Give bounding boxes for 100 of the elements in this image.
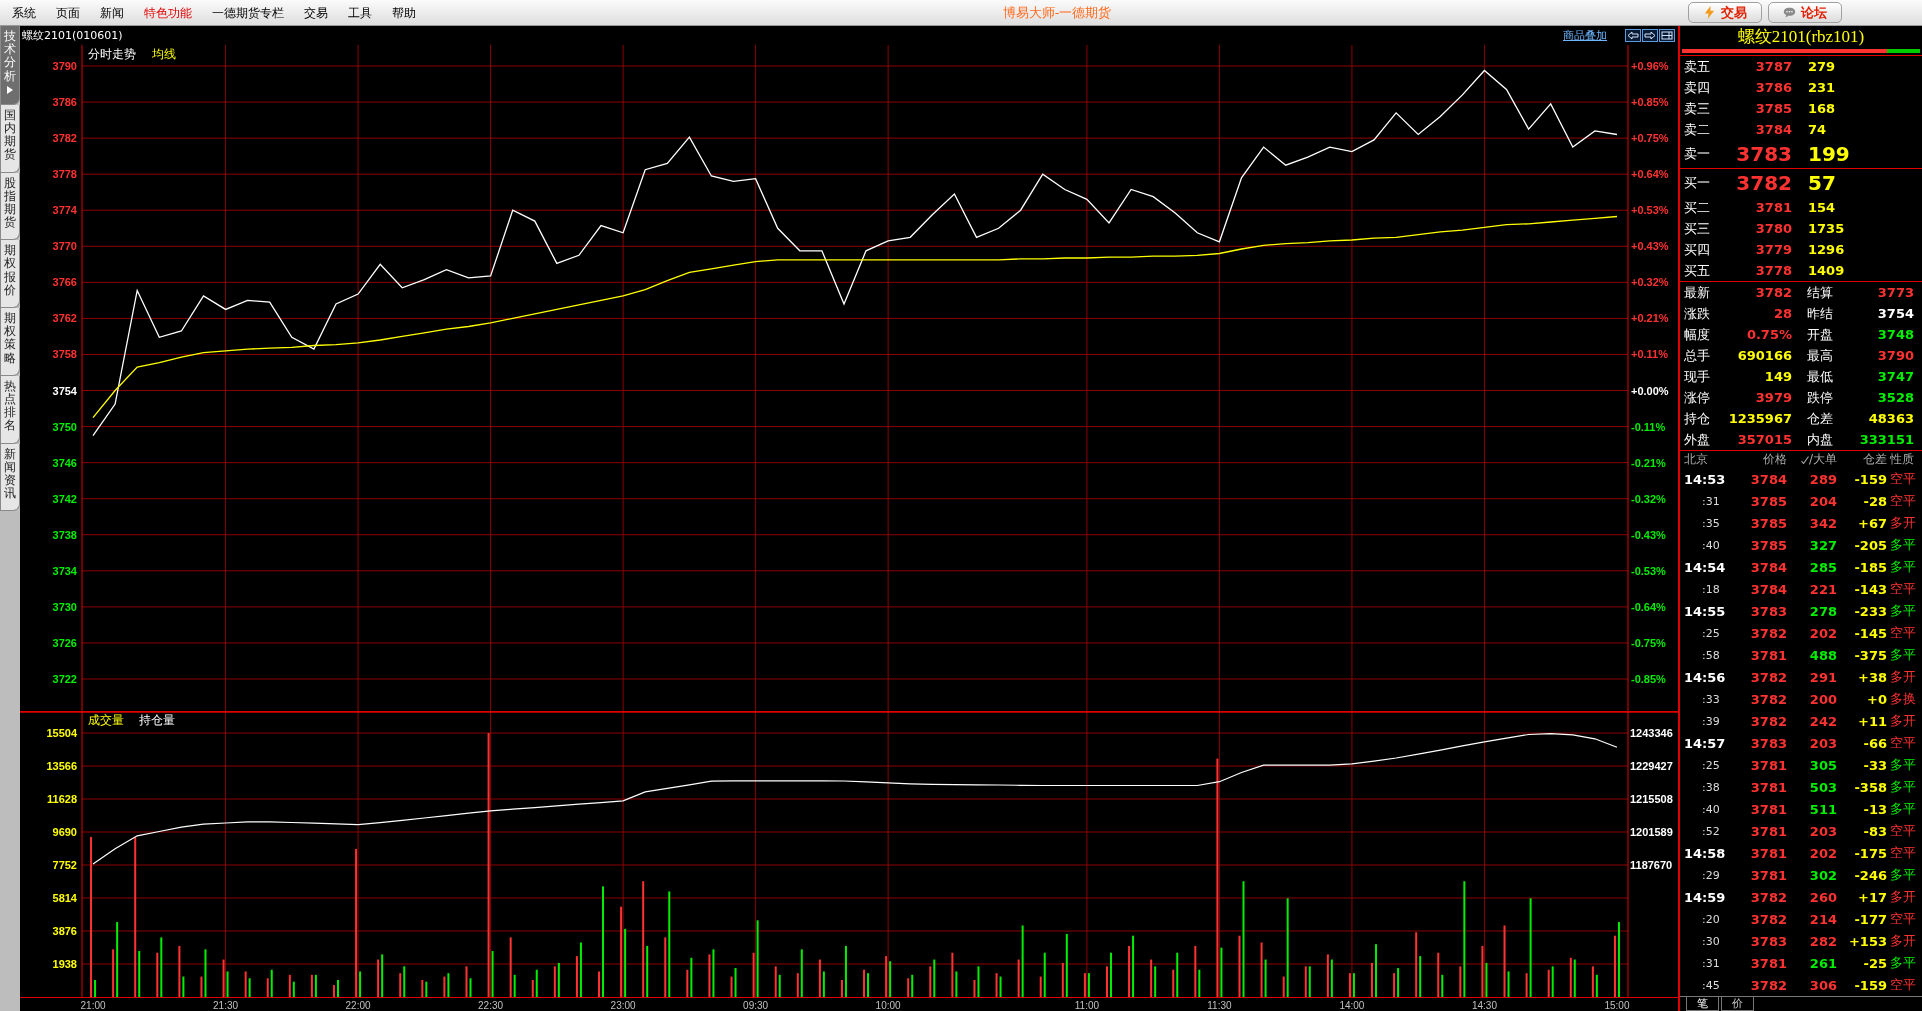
stat-value: 3754 bbox=[1876, 306, 1915, 321]
layout-icon[interactable] bbox=[1659, 29, 1675, 42]
order-volume: 1409 bbox=[1807, 263, 1846, 278]
legend-label: 均线 bbox=[152, 47, 176, 61]
trade-price: 3784 bbox=[1749, 471, 1787, 487]
axis-label: -0.32% bbox=[1631, 492, 1666, 505]
side-tab[interactable]: 国内期货 bbox=[0, 104, 20, 173]
axis-label: -0.64% bbox=[1631, 600, 1666, 613]
toolbar-button[interactable]: 论坛 bbox=[1768, 2, 1842, 23]
caret-icon bbox=[7, 85, 13, 94]
side-tab[interactable]: 股指期货 bbox=[0, 172, 20, 241]
trade-time: :40 bbox=[1701, 538, 1721, 552]
trade-nature: 空平 bbox=[1889, 470, 1917, 488]
menu-item[interactable]: 特色功能 bbox=[134, 2, 202, 23]
trade-time: 14:54 bbox=[1683, 559, 1727, 575]
trade-oi-change: -375 bbox=[1853, 647, 1887, 663]
trade-nature: 多开 bbox=[1889, 888, 1917, 906]
trade-time: 14:53 bbox=[1683, 471, 1727, 487]
order-level-label: 买二 bbox=[1683, 198, 1711, 217]
axis-label: 1243346 bbox=[1630, 727, 1673, 739]
overlay-link[interactable]: 商品叠加 bbox=[1563, 28, 1607, 43]
axis-label: 1201589 bbox=[1630, 826, 1673, 838]
trade-volume: 260 bbox=[1808, 889, 1837, 905]
trade-nature: 多平 bbox=[1889, 558, 1917, 576]
quote-title: 螺纹2101(rbz101) bbox=[1736, 26, 1866, 48]
menu-item[interactable]: 新闻 bbox=[90, 2, 134, 23]
stat-label: 仓差 bbox=[1806, 409, 1834, 428]
trade-nature: 空平 bbox=[1889, 822, 1917, 840]
left-arrow-icon[interactable] bbox=[1625, 29, 1641, 42]
trade-price: 3782 bbox=[1749, 889, 1787, 905]
menu-item[interactable]: 帮助 bbox=[382, 2, 426, 23]
trade-volume: 203 bbox=[1808, 823, 1837, 839]
right-arrow-icon[interactable] bbox=[1642, 29, 1658, 42]
trade-oi-change: -143 bbox=[1853, 581, 1887, 597]
stat-label: 开盘 bbox=[1806, 325, 1834, 344]
axis-label: +0.85% bbox=[1631, 96, 1669, 109]
axis-label: -0.85% bbox=[1631, 673, 1666, 685]
trade-nature: 多平 bbox=[1889, 800, 1917, 818]
stat-value: 3747 bbox=[1876, 369, 1915, 384]
axis-label: 3782 bbox=[52, 132, 77, 145]
menu-item[interactable]: 交易 bbox=[294, 2, 338, 23]
stat-value: 28 bbox=[1772, 306, 1792, 321]
stat-label: 昨结 bbox=[1806, 304, 1834, 323]
side-tab[interactable]: 期权报价 bbox=[0, 240, 20, 308]
stat-label: 幅度 bbox=[1683, 325, 1711, 344]
stat-label: 最新 bbox=[1683, 283, 1711, 302]
trade-price: 3781 bbox=[1749, 845, 1787, 861]
order-level-label: 卖二 bbox=[1683, 120, 1711, 139]
menu-item[interactable]: 页面 bbox=[46, 2, 90, 23]
trade-oi-change: -28 bbox=[1862, 493, 1887, 509]
trade-oi-change: -83 bbox=[1862, 823, 1887, 839]
trade-price: 3782 bbox=[1749, 977, 1787, 993]
order-level-label: 卖三 bbox=[1683, 99, 1711, 118]
menu-item[interactable]: 一德期货专栏 bbox=[202, 2, 294, 23]
stat-label: 持仓 bbox=[1683, 409, 1711, 428]
order-level-label: 买三 bbox=[1683, 219, 1711, 238]
stat-value: 690166 bbox=[1736, 348, 1792, 363]
axis-label: +0.53% bbox=[1631, 204, 1669, 217]
toolbar-button[interactable]: 交易 bbox=[1688, 2, 1762, 23]
stat-value: 149 bbox=[1763, 369, 1792, 384]
trade-nature: 多换 bbox=[1889, 690, 1917, 708]
order-price: 3787 bbox=[1754, 59, 1792, 74]
side-tab[interactable]: 技术分析 bbox=[0, 26, 20, 105]
trade-price: 3784 bbox=[1749, 581, 1787, 597]
time-label: 14:30 bbox=[1471, 1000, 1497, 1011]
axis-label: 1229427 bbox=[1630, 760, 1673, 772]
trade-price: 3781 bbox=[1749, 867, 1787, 883]
trade-time: :45 bbox=[1701, 978, 1721, 992]
trade-nature: 空平 bbox=[1889, 976, 1917, 994]
side-tab[interactable]: 期权策略 bbox=[0, 308, 20, 376]
menu-item[interactable]: 系统 bbox=[2, 2, 46, 23]
stat-value: 333151 bbox=[1858, 432, 1915, 447]
axis-label: +0.64% bbox=[1631, 168, 1669, 181]
side-tab[interactable]: 热点排名 bbox=[0, 375, 20, 444]
trade-volume: 305 bbox=[1808, 757, 1837, 773]
order-price: 3779 bbox=[1754, 242, 1792, 257]
axis-label: -0.11% bbox=[1631, 420, 1666, 433]
time-label: 10:00 bbox=[875, 1000, 901, 1011]
trade-oi-change: -159 bbox=[1853, 977, 1887, 993]
order-price: 3778 bbox=[1754, 263, 1792, 278]
trade-time: :33 bbox=[1701, 692, 1721, 706]
trade-nature: 多平 bbox=[1889, 536, 1917, 554]
trade-oi-change: +0 bbox=[1866, 691, 1887, 707]
trade-volume: 202 bbox=[1808, 845, 1837, 861]
side-tab[interactable]: 新闻资讯 bbox=[0, 443, 20, 512]
trade-price: 3781 bbox=[1749, 757, 1787, 773]
trade-volume: 302 bbox=[1808, 867, 1837, 883]
trade-nature: 空平 bbox=[1889, 910, 1917, 928]
trade-nature: 空平 bbox=[1889, 844, 1917, 862]
stat-label: 最高 bbox=[1806, 346, 1834, 365]
list-tab[interactable]: 价 bbox=[1721, 997, 1754, 1011]
trade-nature: 多开 bbox=[1889, 712, 1917, 730]
list-tab[interactable]: 笔 bbox=[1686, 997, 1719, 1011]
axis-label: 7752 bbox=[52, 859, 77, 871]
axis-label: 3876 bbox=[52, 925, 77, 937]
trade-oi-change: -25 bbox=[1862, 955, 1887, 971]
menu-item[interactable]: 工具 bbox=[338, 2, 382, 23]
trade-oi-change: -33 bbox=[1862, 757, 1887, 773]
check-icon bbox=[1800, 455, 1809, 464]
trade-oi-change: -159 bbox=[1853, 471, 1887, 487]
